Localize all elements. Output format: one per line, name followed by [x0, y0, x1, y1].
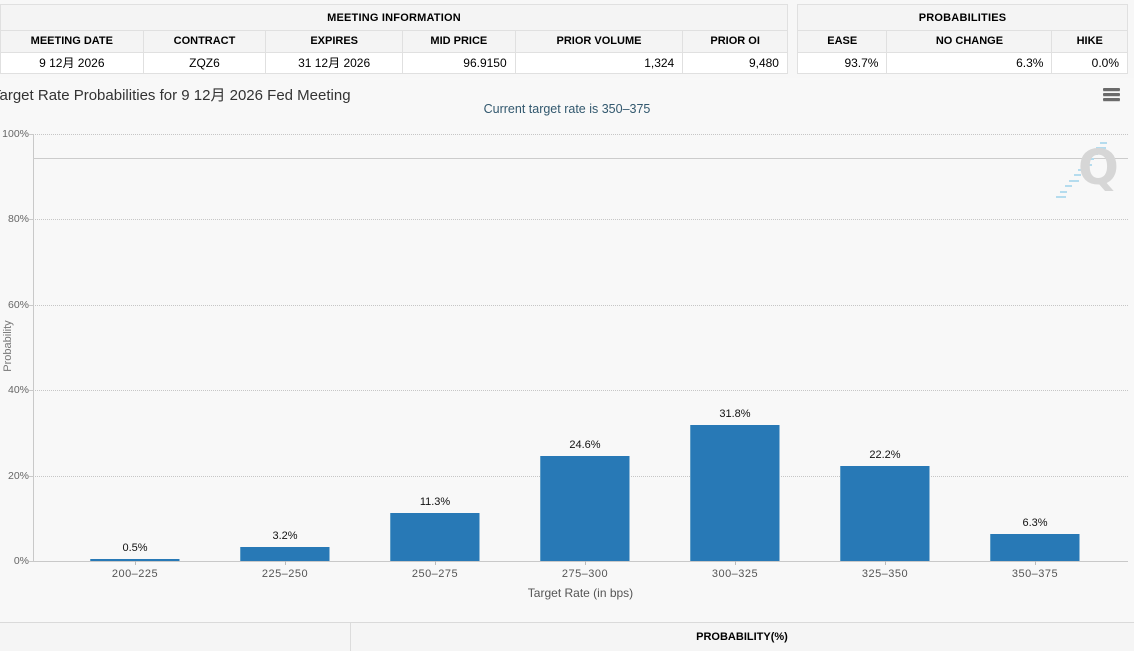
probability-bar[interactable] [690, 425, 780, 561]
x-tick-mark [735, 561, 736, 565]
x-tick-mark [435, 561, 436, 565]
y-gridline [33, 219, 1128, 220]
reference-line [33, 158, 1128, 159]
bar-value-label: 0.5% [90, 542, 180, 554]
mid-price-header: MID PRICE [403, 31, 516, 52]
y-gridline [33, 390, 1128, 391]
menu-bar [1103, 88, 1120, 91]
x-category-label: 225–250 [210, 568, 360, 580]
ease-value: 93.7% [798, 53, 887, 73]
x-axis-title: Target Rate (in bps) [33, 586, 1128, 600]
watermark-dash-icon [1056, 196, 1066, 198]
bottom-table-header: PROBABILITY(%) [0, 622, 1134, 651]
y-axis-line [33, 134, 34, 561]
contract-value: ZQZ6 [144, 53, 267, 73]
menu-bar [1103, 98, 1120, 101]
x-category-label: 300–325 [660, 568, 810, 580]
probability-bar[interactable] [540, 456, 630, 561]
hike-value: 0.0% [1052, 53, 1127, 73]
fedwatch-tool-page: MEETING INFORMATION MEETING DATE CONTRAC… [0, 0, 1134, 651]
no-change-value: 6.3% [887, 53, 1052, 73]
probabilities-title: PROBABILITIES [798, 5, 1127, 31]
mid-price-value: 96.9150 [403, 53, 516, 73]
probability-column-header: PROBABILITY(%) [350, 623, 1134, 651]
x-tick-mark [1035, 561, 1036, 565]
quikstrike-watermark-icon: Q [1078, 140, 1119, 196]
x-category-label: 275–300 [510, 568, 660, 580]
y-tick-label: 100% [0, 128, 29, 140]
ease-header: EASE [798, 31, 887, 52]
no-change-header: NO CHANGE [887, 31, 1052, 52]
bar-value-label: 11.3% [390, 496, 480, 508]
y-gridline [33, 134, 1128, 135]
meeting-information-table: MEETING INFORMATION MEETING DATE CONTRAC… [0, 4, 788, 74]
x-axis-line [33, 561, 1128, 562]
contract-header: CONTRACT [144, 31, 267, 52]
x-category-label: 350–375 [960, 568, 1110, 580]
meeting-information-header-row: MEETING DATE CONTRACT EXPIRES MID PRICE … [1, 31, 787, 53]
menu-bar [1103, 93, 1120, 96]
watermark-dash-icon [1060, 191, 1067, 193]
probability-bar[interactable] [240, 547, 330, 561]
chart-subtitle: Current target rate is 350–375 [0, 102, 1134, 116]
x-category-label: 325–350 [810, 568, 960, 580]
prior-oi-value: 9,480 [683, 53, 787, 73]
meeting-date-header: MEETING DATE [1, 31, 144, 52]
y-tick-label: 40% [0, 384, 29, 396]
expires-value: 31 12月 2026 [266, 53, 403, 73]
probabilities-table: PROBABILITIES EASE NO CHANGE HIKE 93.7% … [797, 4, 1128, 74]
prior-oi-header: PRIOR OI [683, 31, 787, 52]
y-tick-label: 20% [0, 470, 29, 482]
watermark-dash-icon [1065, 185, 1072, 187]
bar-value-label: 24.6% [540, 439, 630, 451]
x-category-label: 250–275 [360, 568, 510, 580]
probabilities-value-row: 93.7% 6.3% 0.0% [798, 53, 1127, 73]
probabilities-header-row: EASE NO CHANGE HIKE [798, 31, 1127, 53]
x-tick-mark [285, 561, 286, 565]
meeting-information-title: MEETING INFORMATION [1, 5, 787, 31]
y-tick-label: 80% [0, 213, 29, 225]
bar-value-label: 3.2% [240, 530, 330, 542]
meeting-information-value-row: 9 12月 2026 ZQZ6 31 12月 2026 96.9150 1,32… [1, 53, 787, 73]
x-tick-mark [885, 561, 886, 565]
probability-bar[interactable] [990, 534, 1080, 561]
y-tick-label: 0% [0, 555, 29, 567]
probability-bar[interactable] [840, 466, 930, 561]
chart-context-menu-icon[interactable] [1103, 88, 1120, 103]
probability-bar[interactable] [390, 513, 480, 561]
prior-volume-value: 1,324 [516, 53, 684, 73]
x-tick-mark [135, 561, 136, 565]
hike-header: HIKE [1052, 31, 1127, 52]
prior-volume-header: PRIOR VOLUME [516, 31, 684, 52]
bar-value-label: 22.2% [840, 449, 930, 461]
meeting-date-value: 9 12月 2026 [1, 53, 144, 73]
target-rate-probability-chart: Target Rate Probabilities for 9 12月 2026… [0, 78, 1134, 622]
y-axis-title: Probability [2, 306, 14, 386]
x-tick-mark [585, 561, 586, 565]
y-gridline [33, 305, 1128, 306]
bar-value-label: 31.8% [690, 408, 780, 420]
expires-header: EXPIRES [266, 31, 403, 52]
y-tick-label: 60% [0, 299, 29, 311]
x-category-label: 200–225 [60, 568, 210, 580]
bar-value-label: 6.3% [990, 517, 1080, 529]
